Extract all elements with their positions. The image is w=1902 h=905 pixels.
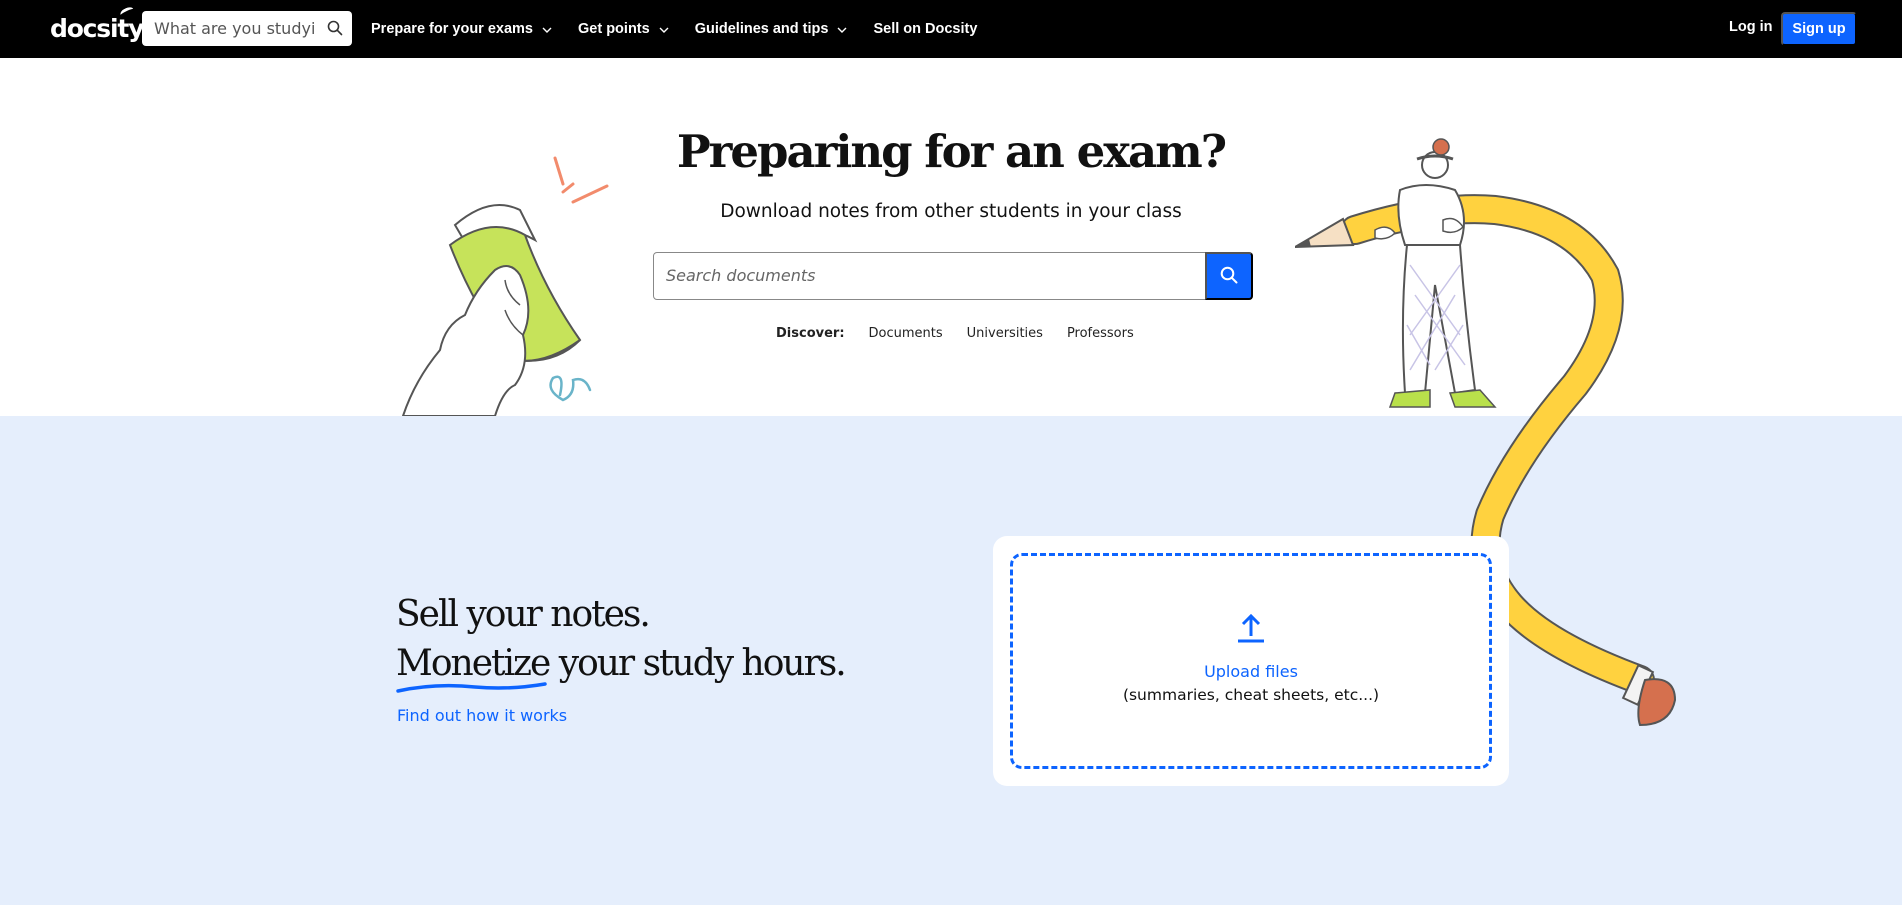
nav-search-input[interactable]: [142, 19, 317, 38]
search-icon[interactable]: [327, 20, 343, 40]
nav-link-label: Get points: [578, 21, 650, 37]
logo-text: docsity: [50, 14, 144, 43]
discover-label: Discover:: [776, 326, 845, 341]
upload-icon: [1236, 612, 1266, 648]
discover-universities-link[interactable]: Universities: [967, 326, 1043, 341]
docsity-logo[interactable]: docsity: [50, 5, 144, 43]
discover-documents-link[interactable]: Documents: [869, 326, 943, 341]
top-nav: docsity Prepare for your exams Get point…: [0, 0, 1902, 58]
upload-dropzone[interactable]: [1010, 553, 1492, 769]
upload-hint: (summaries, cheat sheets, etc...): [1122, 686, 1380, 704]
signup-button[interactable]: Sign up: [1781, 12, 1857, 46]
brush-underline: [396, 682, 547, 693]
nav-link-label: Guidelines and tips: [694, 21, 829, 37]
book-illustration: [401, 156, 609, 416]
nav-search-box: [142, 11, 352, 46]
document-search-box: [653, 252, 1253, 300]
sell-heading-highlight: Monetize: [396, 643, 551, 684]
chevron-down-icon: [542, 21, 552, 37]
nav-link-label: Sell on Docsity: [873, 21, 978, 37]
find-out-how-link[interactable]: Find out how it works: [397, 706, 567, 725]
sell-heading-rest: your study hours.: [549, 643, 847, 684]
discover-bar: Discover: Documents Universities Profess…: [776, 326, 1158, 341]
discover-professors-link[interactable]: Professors: [1067, 326, 1134, 341]
nav-links: Prepare for your exams Get points Guidel…: [371, 0, 1003, 58]
nav-guidelines-tips[interactable]: Guidelines and tips: [695, 21, 848, 37]
chevron-down-icon: [659, 21, 669, 37]
nav-link-label: Prepare for your exams: [371, 21, 533, 37]
sell-heading: Sell your notes. Monetize your study hou…: [396, 590, 847, 688]
document-search-button[interactable]: [1205, 252, 1253, 300]
login-link[interactable]: Log in: [1729, 19, 1773, 35]
search-icon: [1220, 266, 1238, 287]
nav-sell-on-docsity[interactable]: Sell on Docsity: [873, 21, 977, 37]
document-search-input[interactable]: [666, 266, 1186, 285]
nav-prepare-exams[interactable]: Prepare for your exams: [371, 21, 552, 37]
upload-files-label[interactable]: Upload files: [1010, 662, 1492, 681]
chevron-down-icon: [837, 21, 847, 37]
nav-get-points[interactable]: Get points: [578, 21, 669, 37]
sell-heading-line1: Sell your notes.: [396, 594, 651, 635]
